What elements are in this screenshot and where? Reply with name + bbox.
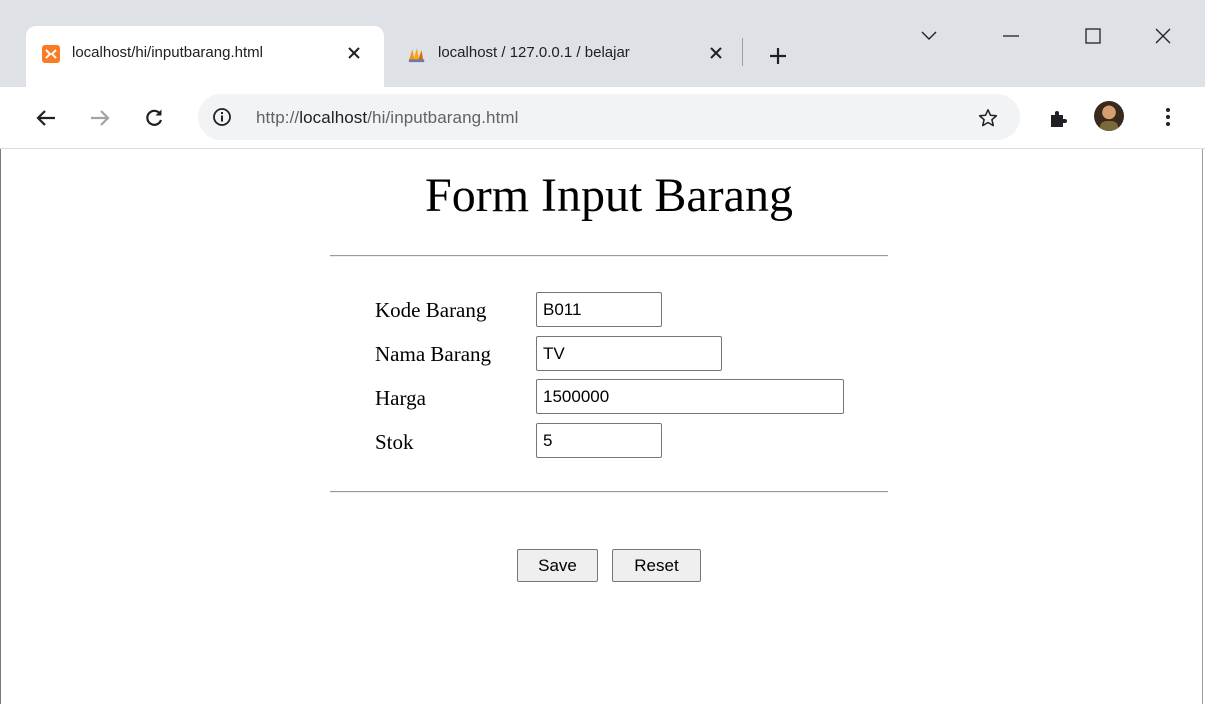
close-tab-icon[interactable]: [344, 43, 364, 63]
back-button[interactable]: [30, 102, 62, 134]
arrow-left-icon: [36, 110, 55, 126]
url-path: /hi/inputbarang.html: [367, 108, 519, 127]
address-bar[interactable]: http://localhost/hi/inputbarang.html: [198, 94, 1020, 140]
tab-phpmyadmin[interactable]: localhost / 127.0.0.1 / belajar: [396, 26, 736, 87]
plus-icon: [770, 48, 786, 64]
url-text[interactable]: http://localhost/hi/inputbarang.html: [256, 108, 519, 128]
bookmark-star-icon[interactable]: [976, 106, 1000, 130]
tab-inputbarang[interactable]: localhost/hi/inputbarang.html: [26, 26, 384, 87]
label-kode-barang: Kode Barang: [375, 298, 487, 322]
stok-input[interactable]: [536, 423, 662, 458]
more-vert-icon: [1166, 108, 1170, 126]
xampp-icon: [42, 45, 60, 63]
browser-menu-button[interactable]: [1156, 103, 1180, 131]
label-nama-barang: Nama Barang: [375, 342, 492, 366]
harga-input[interactable]: [536, 379, 844, 414]
tab-title: localhost / 127.0.0.1 / belajar: [438, 44, 630, 61]
divider-bottom: [330, 491, 888, 493]
minimize-button[interactable]: [988, 16, 1034, 56]
kode-barang-input[interactable]: [536, 292, 662, 327]
tab-strip: localhost/hi/inputbarang.html localhost …: [0, 0, 1205, 87]
tab-title: localhost/hi/inputbarang.html: [72, 44, 263, 61]
page-title: Form Input Barang: [425, 169, 793, 222]
label-stok: Stok: [375, 430, 414, 454]
close-icon: [1155, 28, 1171, 44]
reload-button[interactable]: [138, 102, 170, 134]
reset-button[interactable]: Reset: [612, 549, 701, 582]
url-scheme: http://: [256, 108, 300, 127]
phpmyadmin-icon: [408, 45, 426, 63]
minimize-icon: [1003, 35, 1019, 37]
url-host: localhost: [299, 108, 368, 127]
divider-top: [330, 255, 888, 257]
arrow-right-icon: [91, 110, 110, 126]
reload-icon: [146, 109, 163, 126]
tab-search-button[interactable]: [906, 16, 952, 56]
close-window-button[interactable]: [1140, 16, 1186, 56]
puzzle-icon: [1051, 111, 1067, 127]
forward-button[interactable]: [84, 102, 116, 134]
profile-avatar[interactable]: [1094, 101, 1124, 131]
extensions-button[interactable]: [1045, 104, 1073, 132]
nama-barang-input[interactable]: [536, 336, 722, 371]
close-tab-icon[interactable]: [706, 43, 726, 63]
save-button[interactable]: Save: [517, 549, 598, 582]
chevron-down-icon: [921, 31, 937, 40]
label-harga: Harga: [375, 386, 426, 410]
maximize-button[interactable]: [1070, 16, 1116, 56]
new-tab-button[interactable]: [764, 42, 792, 70]
maximize-icon: [1085, 28, 1101, 44]
browser-toolbar: http://localhost/hi/inputbarang.html: [0, 87, 1205, 149]
tab-separator: [742, 38, 743, 66]
info-icon[interactable]: [212, 107, 232, 127]
